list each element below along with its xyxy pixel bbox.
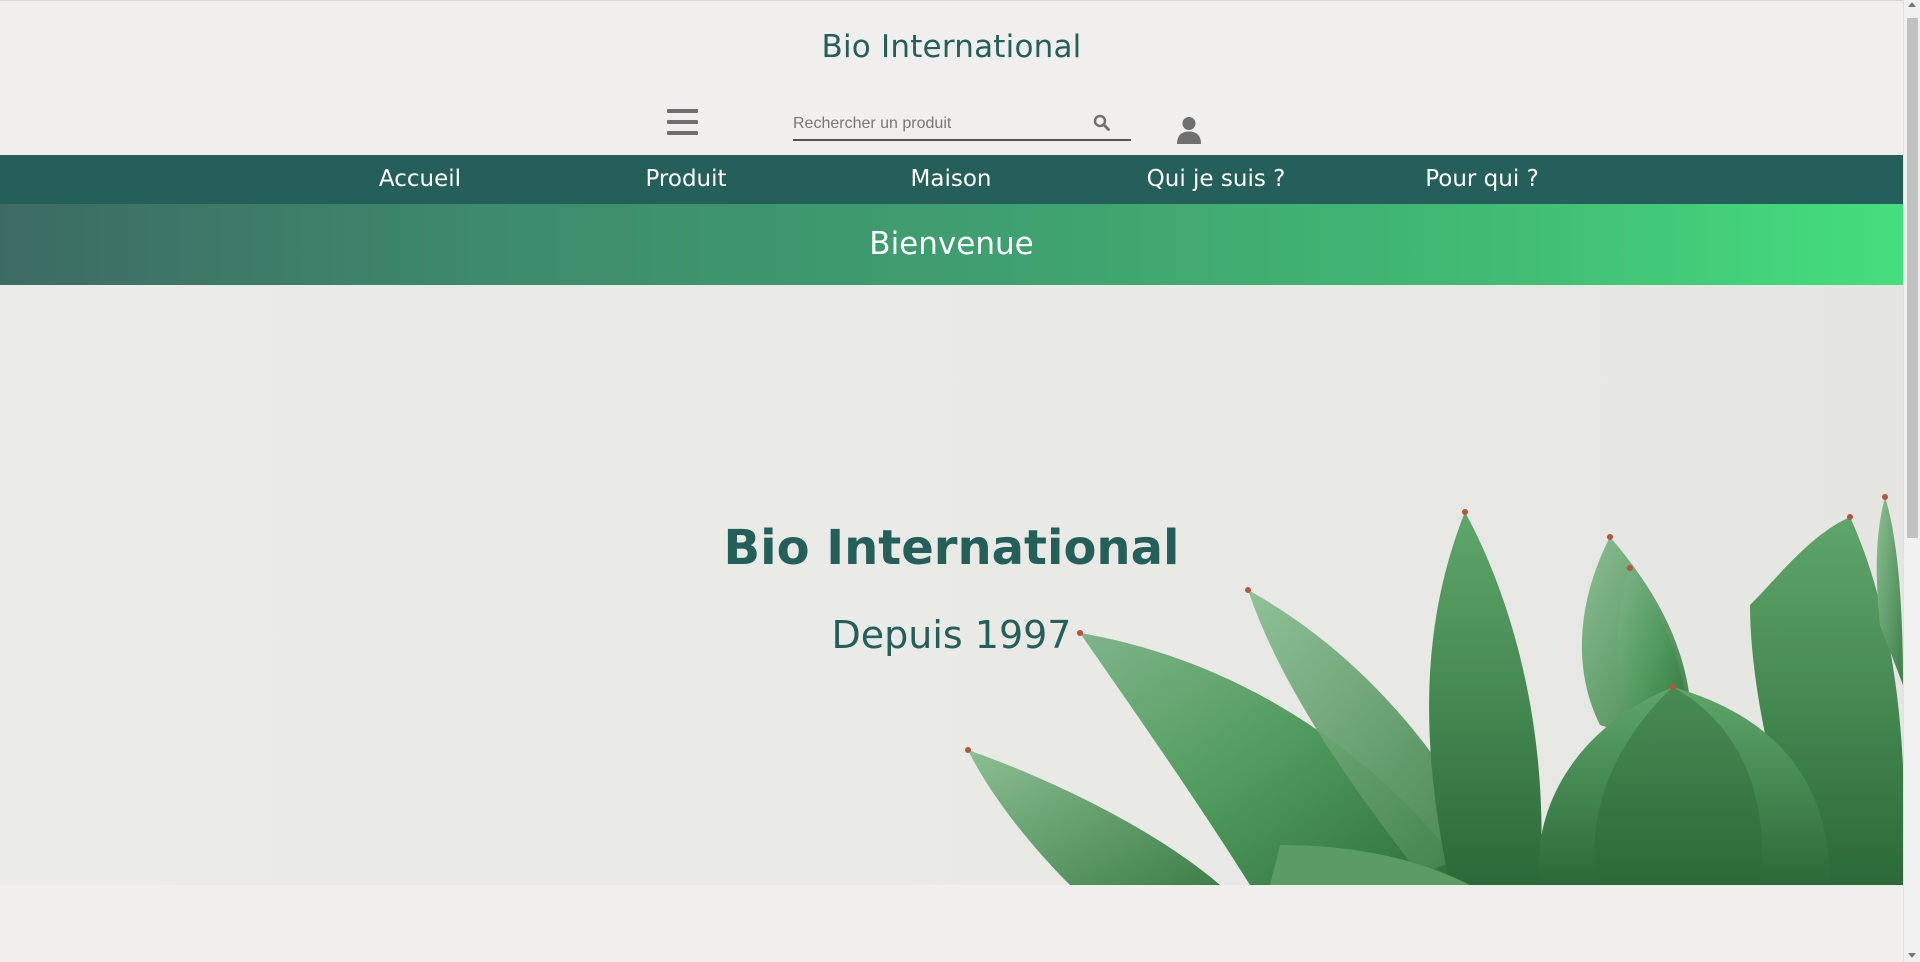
hero-title: Bio International bbox=[723, 520, 1180, 576]
search-bar bbox=[793, 108, 1131, 141]
search-icon[interactable] bbox=[1093, 114, 1111, 132]
search-input[interactable] bbox=[793, 111, 1083, 137]
scroll-down-arrow-icon[interactable] bbox=[1908, 953, 1916, 958]
vertical-scrollbar[interactable] bbox=[1903, 0, 1920, 962]
nav-item-maison[interactable]: Maison bbox=[911, 155, 992, 204]
hamburger-menu-icon[interactable] bbox=[667, 109, 699, 137]
welcome-title: Bienvenue bbox=[869, 226, 1034, 262]
hero-section: Bio International Depuis 1997 bbox=[0, 285, 1903, 885]
hero-subtitle: Depuis 1997 bbox=[831, 613, 1072, 657]
nav-item-accueil[interactable]: Accueil bbox=[379, 155, 461, 204]
page: Bio International Accueil Produit Maison… bbox=[0, 0, 1903, 962]
nav-item-qui-je-suis[interactable]: Qui je suis ? bbox=[1147, 155, 1286, 204]
scroll-up-arrow-icon[interactable] bbox=[1908, 2, 1916, 7]
welcome-banner: Bienvenue bbox=[0, 204, 1903, 285]
main-nav: Accueil Produit Maison Qui je suis ? Pou… bbox=[0, 155, 1903, 204]
user-icon[interactable] bbox=[1176, 116, 1202, 144]
nav-item-pour-qui[interactable]: Pour qui ? bbox=[1425, 155, 1539, 204]
site-brand[interactable]: Bio International bbox=[0, 29, 1903, 65]
scroll-thumb[interactable] bbox=[1907, 18, 1918, 538]
nav-item-produit[interactable]: Produit bbox=[645, 155, 726, 204]
